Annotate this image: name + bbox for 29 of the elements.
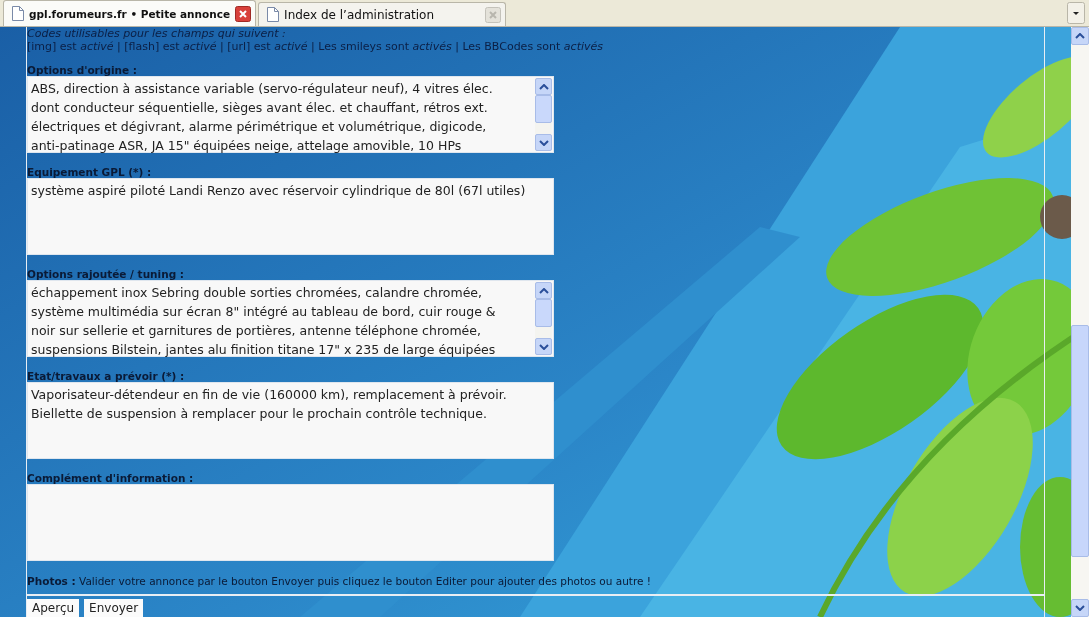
text-area[interactable]: système aspiré piloté Landi Renzo avec réservoir cylindrique de 80l (67l utiles): [27, 178, 554, 255]
dropdown-icon[interactable]: [1067, 2, 1085, 24]
document-icon: [12, 6, 24, 21]
scrollbar[interactable]: [535, 78, 552, 151]
field-label: Equipement GPL (*) :: [27, 167, 153, 178]
scrollbar[interactable]: [535, 282, 552, 355]
scrollbar[interactable]: [1071, 27, 1089, 617]
codes-status: [img] est activé | [flash] est activé | [url] est activé | Les smileys sont activés | Les BBCodes sont activés: [27, 40, 605, 53]
scroll-up-icon[interactable]: [538, 287, 549, 294]
scroll-down-icon[interactable]: [1075, 605, 1085, 611]
text-area[interactable]: Vaporisateur-détendeur en fin de vie (160000 km), remplacement à prévoir. Biellette de suspension à remplacer pour le prochain contrôle technique.: [27, 382, 554, 459]
browser-tab[interactable]: gpl.forumeurs.fr • Petite annonce: [3, 0, 257, 26]
photos-note: Photos : Valider votre annonce par le bouton Envoyer puis cliquez le bouton Editer pour ajouter des photos ou autre !: [27, 575, 1044, 596]
codes-heading: Codes utilisables pour les champs qui suivent :: [27, 28, 287, 40]
scroll-up-icon[interactable]: [1075, 33, 1085, 39]
field-label: Complément d'information :: [27, 473, 195, 484]
field-label: Options d'origine :: [27, 65, 138, 76]
form-button[interactable]: Envoyer: [84, 599, 144, 617]
field-label: Options rajoutée / tuning :: [27, 269, 186, 280]
form-button[interactable]: Aperçu: [27, 599, 80, 617]
field-label: Etat/travaux a prévoir (*) :: [27, 371, 186, 382]
text-area[interactable]: ABS, direction à assistance variable (servo-régulateur neuf), 4 vitres élec. dont conducteur séquentielle, sièges avant élec. et chauffant, rétros ext. électriques et dégivrant, alarme périmétrique et volumétrique, digicode, anti-patinage ASR, JA 15" équipées neige, attelage amovible, 10 HPs: [27, 76, 554, 153]
close-icon[interactable]: [235, 5, 252, 22]
document-icon: [267, 7, 280, 22]
scroll-down-icon[interactable]: [538, 139, 549, 146]
text-area[interactable]: échappement inox Sebring double sorties chromées, calandre chromée, système multimédia sur écran 8" intégré au tableau de bord, cuir rouge & noir sur sellerie et garnitures de portières, antenne téléphone chromée, suspensions Bilstein, jantes alu finition titane 17" x 235 de large équipées: [27, 280, 554, 357]
browser-tab[interactable]: Index de l’administration: [258, 2, 507, 26]
scroll-down-icon[interactable]: [538, 343, 549, 350]
scroll-up-icon[interactable]: [538, 83, 549, 90]
